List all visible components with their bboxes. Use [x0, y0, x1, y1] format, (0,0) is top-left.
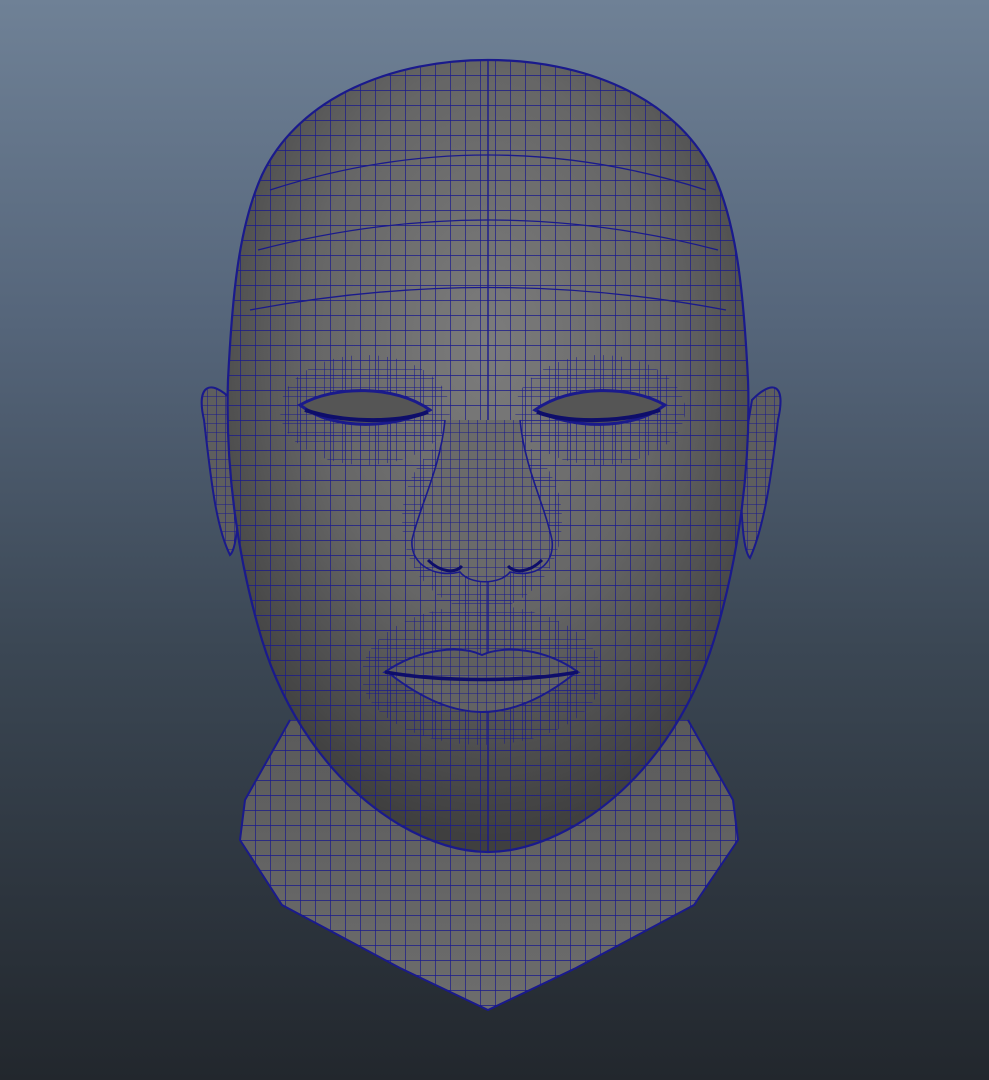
- 3d-viewport[interactable]: [0, 0, 989, 1080]
- head-model[interactable]: [0, 0, 989, 1080]
